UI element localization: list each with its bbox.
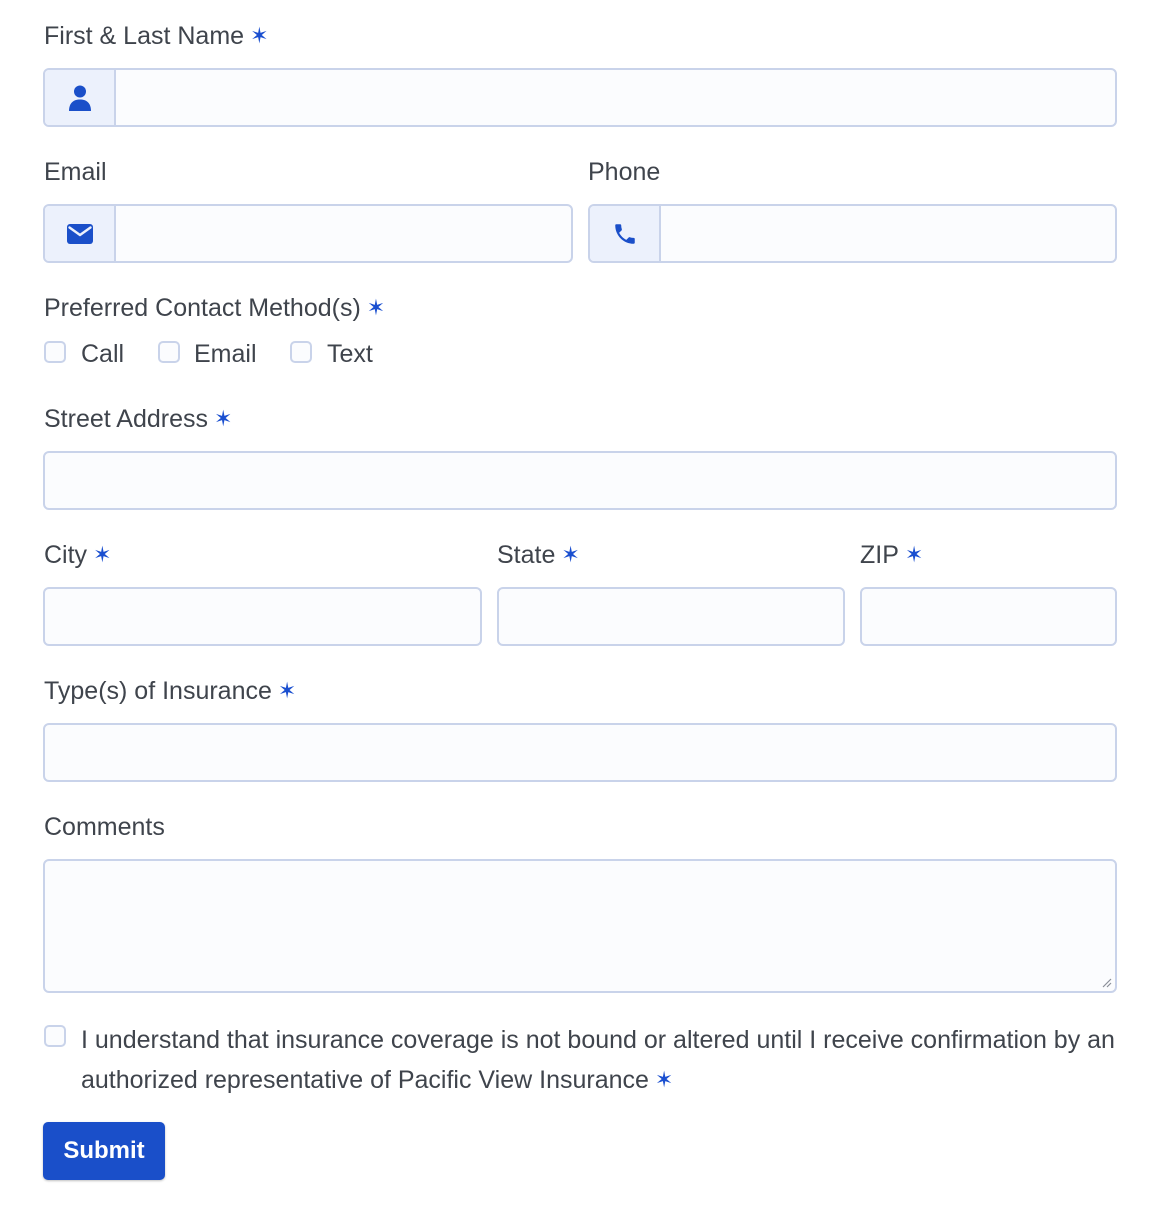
street-label: Street Address ✶ [44,404,232,435]
state-label: State ✶ [497,540,580,571]
email-label: Email [44,157,107,187]
envelope-icon [66,223,93,244]
zip-input[interactable] [862,589,1115,644]
comments-label: Comments [44,812,165,842]
insurance-types-label-text: Type(s) of Insurance [44,677,272,705]
contact-call-label[interactable]: Call [81,339,124,369]
resize-grip-icon[interactable] [1100,976,1112,988]
consent-text: I understand that insurance coverage is … [81,1026,1115,1094]
state-input[interactable] [499,589,843,644]
submit-button[interactable]: Submit [43,1122,165,1180]
insurance-types-input[interactable] [45,725,1115,780]
state-field [497,587,845,646]
city-input[interactable] [45,589,480,644]
city-label: City ✶ [44,540,112,571]
phone-label-text: Phone [588,158,661,186]
required-asterisk: ✶ [366,295,386,320]
name-label-text: First & Last Name [44,22,245,50]
required-asterisk: ✶ [213,406,233,431]
street-field [43,451,1117,510]
contact-email-label[interactable]: Email [194,339,257,369]
comments-label-text: Comments [44,813,165,841]
zip-field [860,587,1117,646]
phone-input[interactable] [661,206,1115,261]
zip-label: ZIP ✶ [860,540,923,571]
required-asterisk: ✶ [904,542,924,567]
phone-label: Phone [588,157,660,187]
phone-icon [614,223,635,244]
comments-field [43,859,1117,993]
required-asterisk: ✶ [93,542,112,567]
zip-label-text: ZIP [860,541,899,569]
required-asterisk: ✶ [250,23,269,48]
name-label: First & Last Name ✶ [44,21,269,52]
comments-textarea[interactable] [45,861,1115,991]
contact-email-checkbox[interactable] [158,341,180,363]
city-label-text: City [44,541,88,569]
required-asterisk: ✶ [277,678,297,703]
phone-addon [590,206,661,261]
required-asterisk: ✶ [654,1067,674,1092]
consent-checkbox[interactable] [44,1025,66,1047]
street-label-text: Street Address [44,405,208,433]
phone-field [588,204,1117,263]
contact-text-checkbox[interactable] [290,341,312,363]
insurance-types-field [43,723,1117,782]
contact-text-label[interactable]: Text [327,339,373,369]
state-label-text: State [497,541,556,569]
required-asterisk: ✶ [561,542,580,567]
contact-method-label-text: Preferred Contact Method(s) [44,294,361,322]
street-input[interactable] [45,453,1115,508]
email-addon [45,206,116,261]
contact-call-checkbox[interactable] [44,341,66,363]
name-field [43,68,1117,127]
name-addon [45,70,116,125]
email-field [43,204,573,263]
email-input[interactable] [116,206,571,261]
contact-method-label: Preferred Contact Method(s) ✶ [44,293,385,324]
city-field [43,587,482,646]
user-icon [68,85,91,111]
email-label-text: Email [44,158,107,186]
name-input[interactable] [116,70,1115,125]
insurance-types-label: Type(s) of Insurance ✶ [44,676,296,707]
consent-label[interactable]: I understand that insurance coverage is … [81,1020,1131,1101]
